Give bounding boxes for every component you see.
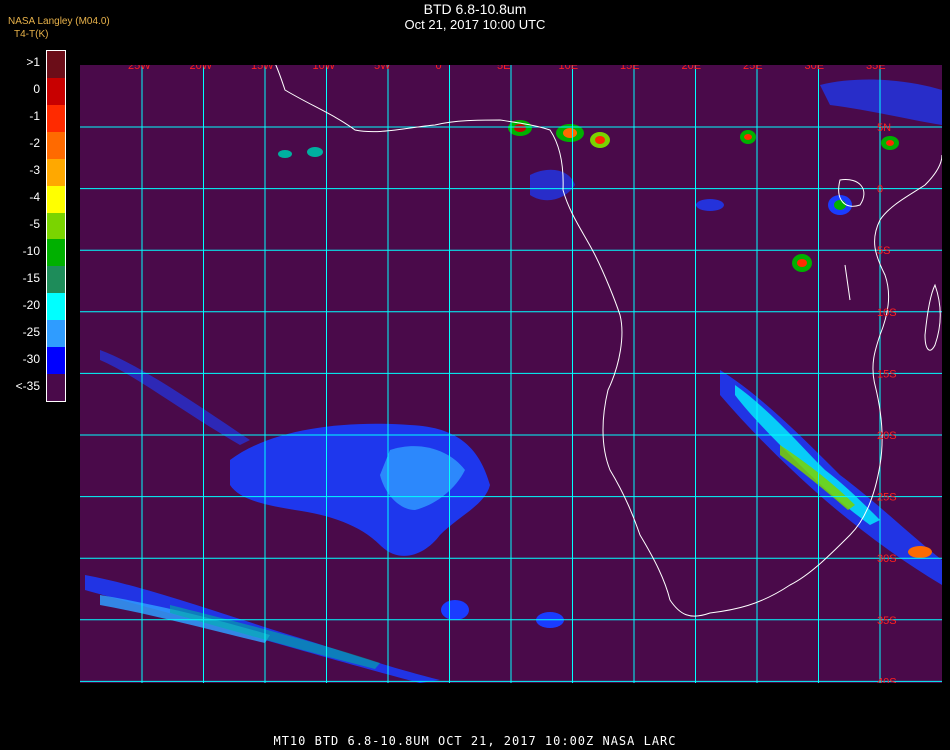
legend-label: -2 [29, 136, 40, 151]
map-title: BTD 6.8-10.8um [423, 1, 527, 17]
storm-cell-7-core [886, 140, 894, 146]
lat-label: 25S [877, 492, 897, 504]
legend-swatch [47, 239, 65, 267]
legend-swatch [47, 320, 65, 348]
lon-label: 15E [620, 65, 640, 72]
storm-cell-4-core [744, 134, 752, 140]
storm-cell-3-core [595, 136, 605, 144]
cloud-patch-ocean [696, 199, 724, 211]
legend-label: <-35 [15, 378, 40, 393]
legend-swatch [47, 51, 65, 79]
legend-swatch [47, 266, 65, 294]
lon-label: 0 [436, 65, 442, 72]
lat-label: 10S [877, 307, 897, 319]
legend-swatch [47, 374, 65, 402]
cloud-patch-se-tail [908, 546, 932, 558]
lon-label: 25E [743, 65, 763, 72]
credit-label: NASA Langley (M04.0) [8, 16, 110, 27]
lon-label: 20E [682, 65, 702, 72]
lat-label: 5N [877, 122, 891, 134]
legend-label: -15 [22, 270, 40, 285]
lon-label: 5W [374, 65, 391, 72]
lon-label: 15W [251, 65, 274, 72]
cloud-patch-west-1 [307, 147, 323, 157]
lat-label: 40S [877, 676, 897, 683]
legend-label: -10 [22, 243, 40, 258]
map-timestamp: Oct 21, 2017 10:00 UTC [404, 17, 546, 32]
legend-swatch [47, 293, 65, 321]
legend-swatch [47, 158, 65, 187]
legend-swatch [47, 131, 65, 160]
storm-cell-6-core [797, 259, 807, 267]
legend-label: -30 [22, 351, 40, 366]
lat-label: 35S [877, 615, 897, 627]
legend-swatch [47, 104, 65, 133]
lon-label: 30E [805, 65, 825, 72]
storm-cell-1-core [514, 124, 526, 132]
legend-label: -20 [22, 297, 40, 312]
legend-label: -1 [29, 109, 40, 124]
lon-label: 25W [128, 65, 151, 72]
legend-label: >1 [26, 55, 40, 70]
cloud-patch-west-2 [278, 150, 292, 158]
lat-label: 0 [877, 184, 883, 196]
lat-label: 30S [877, 553, 897, 565]
legend-swatch [47, 185, 65, 214]
lat-label: 20S [877, 430, 897, 442]
lon-label: 35E [866, 65, 886, 72]
satellite-map: 25W 20W 15W 10W 5W 0 5E 10E 15E 20E 25E 30E 35E 5N 0 5S… [80, 65, 942, 683]
lon-label: 10E [559, 65, 579, 72]
legend-swatch [47, 77, 65, 106]
legend-label: -5 [29, 217, 40, 231]
storm-cell-5-core [834, 200, 846, 210]
legend-label: -4 [29, 190, 40, 205]
legend-label: -25 [22, 324, 40, 339]
cloud-patch-south-2 [441, 600, 469, 620]
lon-label: 20W [190, 65, 213, 72]
footer-caption: MT10 BTD 6.8-10.8UM OCT 21, 2017 10:00Z … [273, 734, 677, 748]
legend-label: -3 [29, 163, 40, 178]
color-legend [46, 50, 66, 402]
lon-label: 5E [497, 65, 510, 72]
legend-swatch [47, 212, 65, 240]
legend-swatch [47, 347, 65, 375]
lat-label: 5S [877, 245, 890, 257]
legend-label: 0 [33, 82, 40, 97]
lon-label: 10W [313, 65, 336, 72]
storm-cell-2-core [563, 128, 577, 138]
units-label: T4-T(K) [14, 29, 49, 40]
lat-label: 15S [877, 368, 897, 380]
